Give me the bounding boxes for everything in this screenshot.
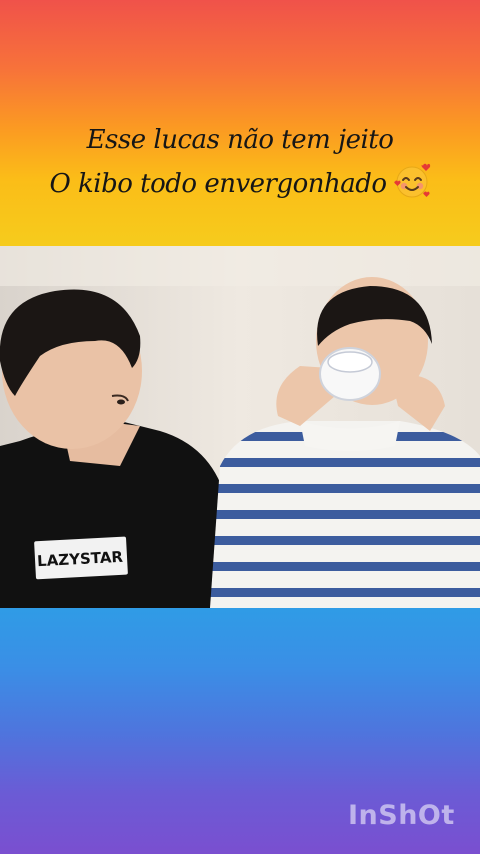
caption-line-1: Esse lucas não tem jeito (86, 125, 394, 155)
caption-text: Esse lucas não tem jeito O kibo todo env… (0, 118, 480, 206)
caption-line-2-text: O kibo todo envergonhado (49, 169, 387, 199)
inshot-watermark: InShOt (348, 800, 455, 831)
video-still: LAZYSTAR (0, 246, 480, 608)
smiling-face-with-hearts-icon (393, 162, 431, 200)
video-frame: LAZYSTAR (0, 246, 480, 608)
caption-line-2: O kibo todo envergonhado (0, 162, 480, 206)
